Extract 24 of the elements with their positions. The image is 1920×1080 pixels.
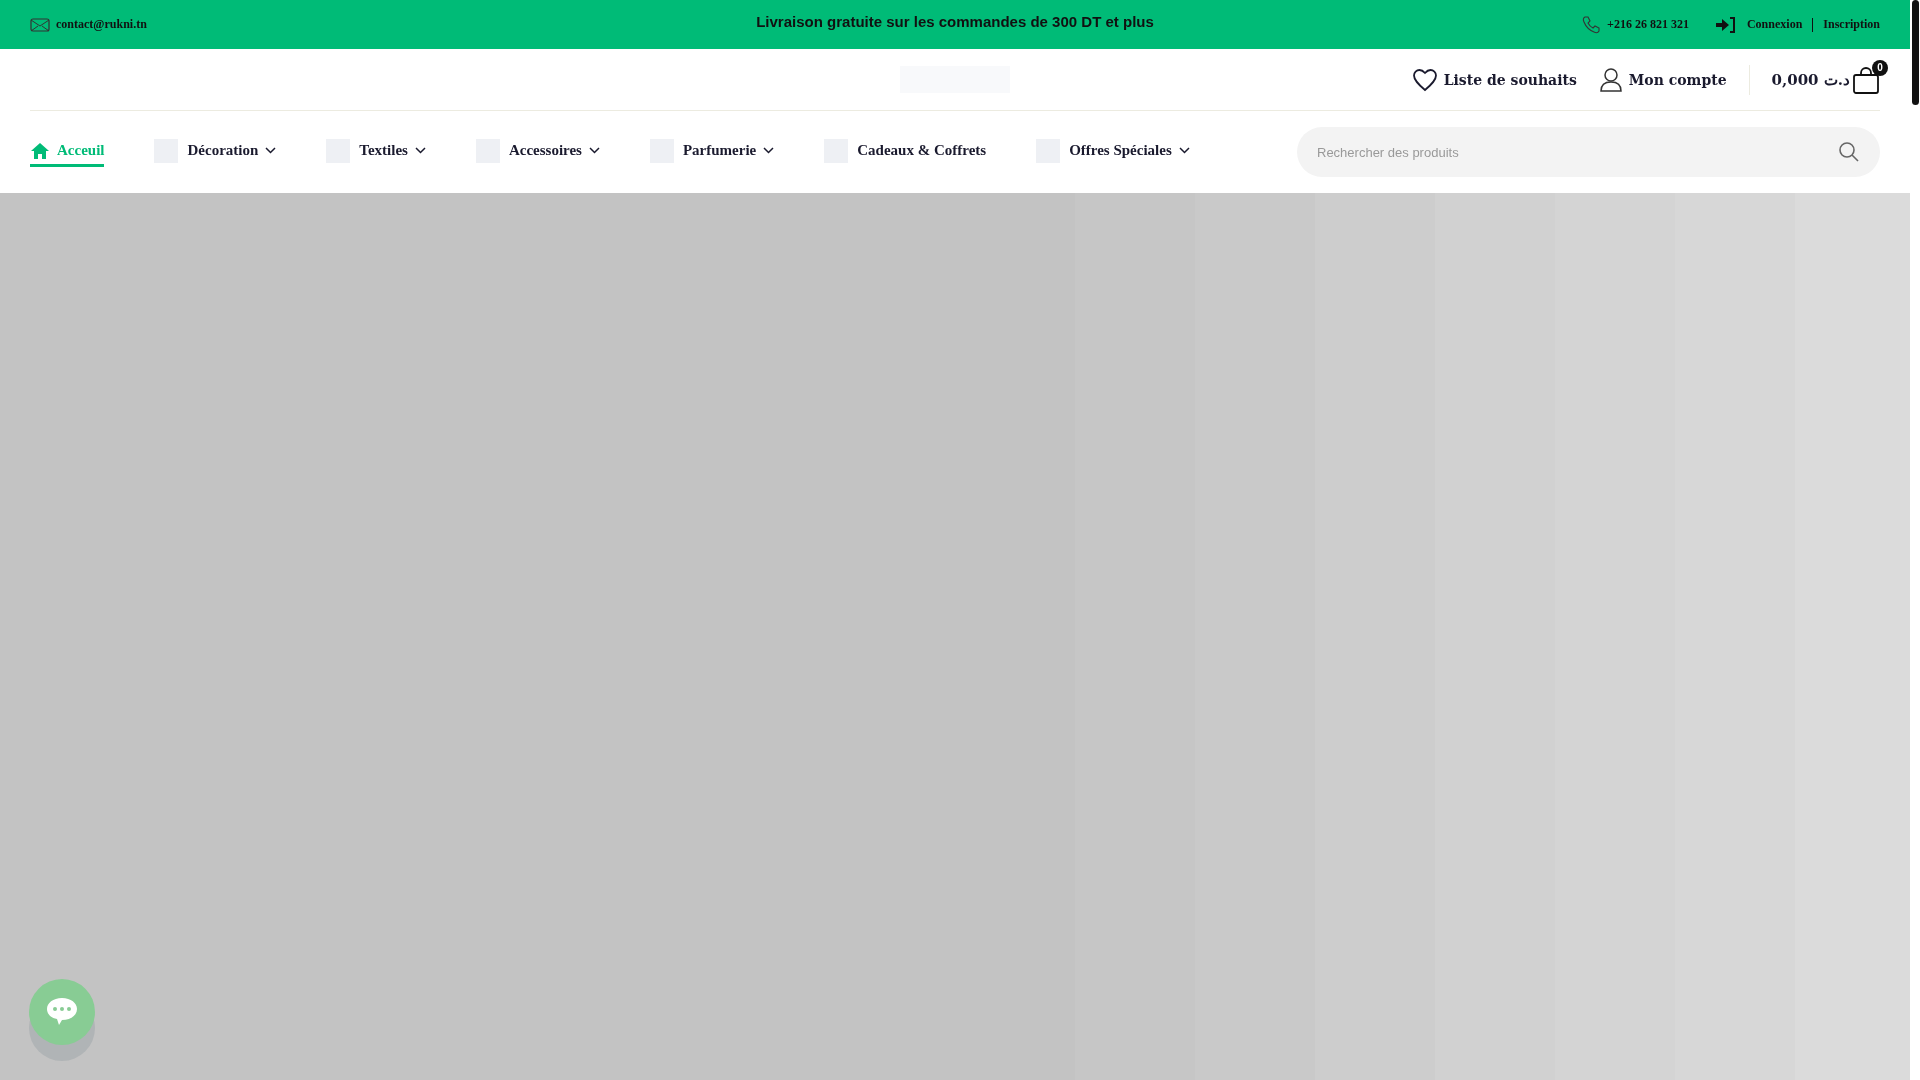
cart-count-badge: 0 [1872,59,1888,76]
search-icon[interactable] [1838,141,1860,163]
envelope-icon [30,17,50,32]
phone-link[interactable]: +216 26 821 321 [1581,14,1689,35]
login-link[interactable]: Connexion [1714,16,1803,33]
nav-item[interactable]: Parfumerie [649,134,775,170]
search-field[interactable]: Rechercher des produits [1297,127,1880,177]
home-icon [30,141,50,160]
heart-icon [1411,67,1438,92]
nav-item[interactable]: Cadeaux & Coffrets [824,134,987,170]
wishlist-link[interactable]: Liste de souhaits [1411,67,1577,92]
register-link[interactable]: Inscription [1823,17,1880,32]
nav-item[interactable]: Accessoires [475,134,600,170]
email-link[interactable]: contact@rukni.tn [30,17,147,32]
sign-in-icon [1714,16,1737,33]
phone-icon [1581,14,1602,35]
user-icon [1598,67,1623,92]
nav-item[interactable]: Offres Spéciales [1036,134,1190,170]
nav-item[interactable]: Textiles [326,134,426,170]
scrollbar-thumb[interactable] [1912,0,1919,105]
cart-total: 0,000 د.ت [1771,70,1850,89]
nav-item[interactable]: Décoration [154,134,277,170]
promo-text: Livraison gratuite sur les commandes de 300 DT et plus [756,13,1154,30]
account-link[interactable]: Mon compte [1598,67,1727,92]
